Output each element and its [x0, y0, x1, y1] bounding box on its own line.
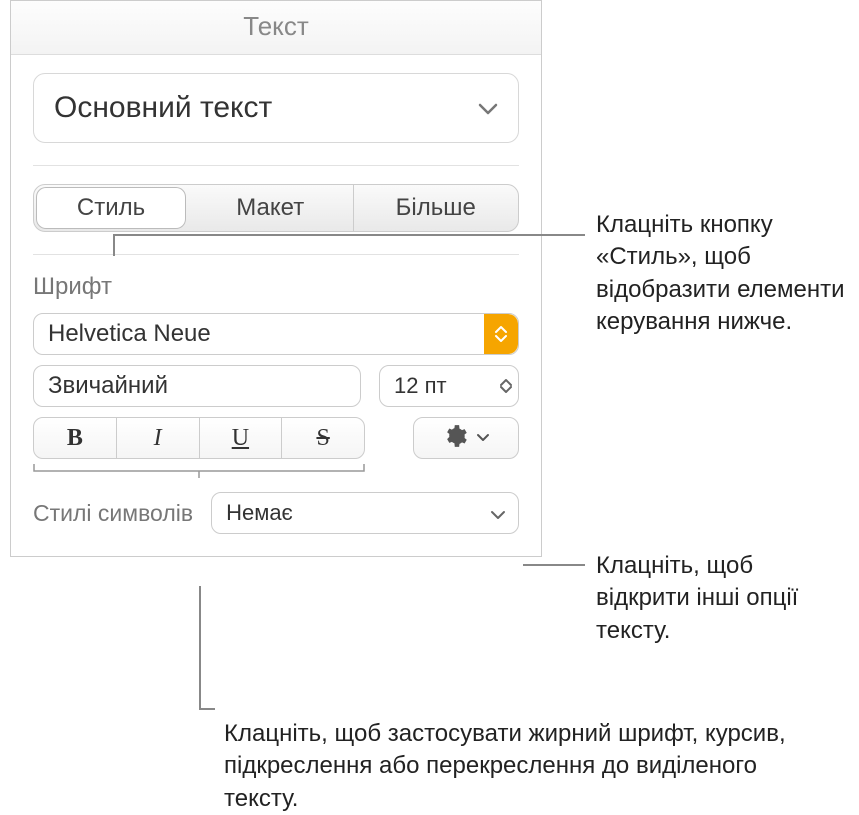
gear-icon — [442, 423, 468, 454]
italic-button[interactable]: I — [116, 418, 199, 458]
bracket-decoration — [33, 463, 365, 479]
chevron-down-icon — [476, 429, 490, 447]
panel-body: Основний текст Стиль Макет Більше Шрифт … — [11, 55, 541, 556]
tab-more[interactable]: Більше — [354, 185, 519, 231]
character-styles-label: Стилі символів — [33, 500, 193, 527]
font-size-value: 12 пт — [394, 373, 447, 399]
font-weight-value: Звичайний — [48, 372, 168, 400]
text-format-group: B I U S — [33, 417, 365, 459]
leader-line — [199, 708, 215, 710]
leader-line — [199, 586, 201, 708]
paragraph-style-select[interactable]: Основний текст — [33, 73, 519, 143]
popup-arrows-icon — [484, 314, 518, 354]
character-styles-select[interactable]: Немає — [211, 492, 519, 534]
callout-style-tab: Клацніть кнопку «Стиль», щоб відобразити… — [596, 209, 846, 339]
chevron-down-icon — [490, 500, 506, 526]
text-inspector-panel: Текст Основний текст Стиль Макет Більше … — [10, 0, 542, 557]
bold-button[interactable]: B — [34, 418, 116, 458]
leader-line — [113, 234, 115, 256]
underline-button[interactable]: U — [199, 418, 282, 458]
font-family-select[interactable]: Helvetica Neue — [33, 313, 519, 355]
chevron-down-icon — [478, 95, 498, 121]
font-section-label: Шрифт — [33, 273, 519, 301]
tab-layout[interactable]: Макет — [188, 185, 353, 231]
popup-arrows-icon — [346, 378, 360, 394]
font-size-stepper[interactable]: 12 пт — [379, 365, 519, 407]
callout-bius: Клацніть, щоб застосувати жирний шрифт, … — [224, 718, 824, 815]
leader-line — [523, 564, 585, 566]
strikethrough-button[interactable]: S — [281, 418, 364, 458]
paragraph-style-value: Основний текст — [54, 91, 272, 125]
divider — [33, 254, 519, 255]
stepper-arrows-icon — [500, 378, 512, 394]
tabs-segmented-control: Стиль Макет Більше — [33, 184, 519, 232]
leader-line — [113, 234, 585, 236]
character-styles-value: Немає — [226, 500, 293, 526]
font-weight-select[interactable]: Звичайний — [33, 365, 361, 407]
tab-style[interactable]: Стиль — [36, 187, 186, 229]
panel-title: Текст — [11, 1, 541, 55]
advanced-options-button[interactable] — [413, 417, 519, 459]
font-family-value: Helvetica Neue — [48, 320, 211, 348]
callout-gear: Клацніть, щоб відкрити інші опції тексту… — [596, 550, 846, 647]
divider — [33, 165, 519, 166]
